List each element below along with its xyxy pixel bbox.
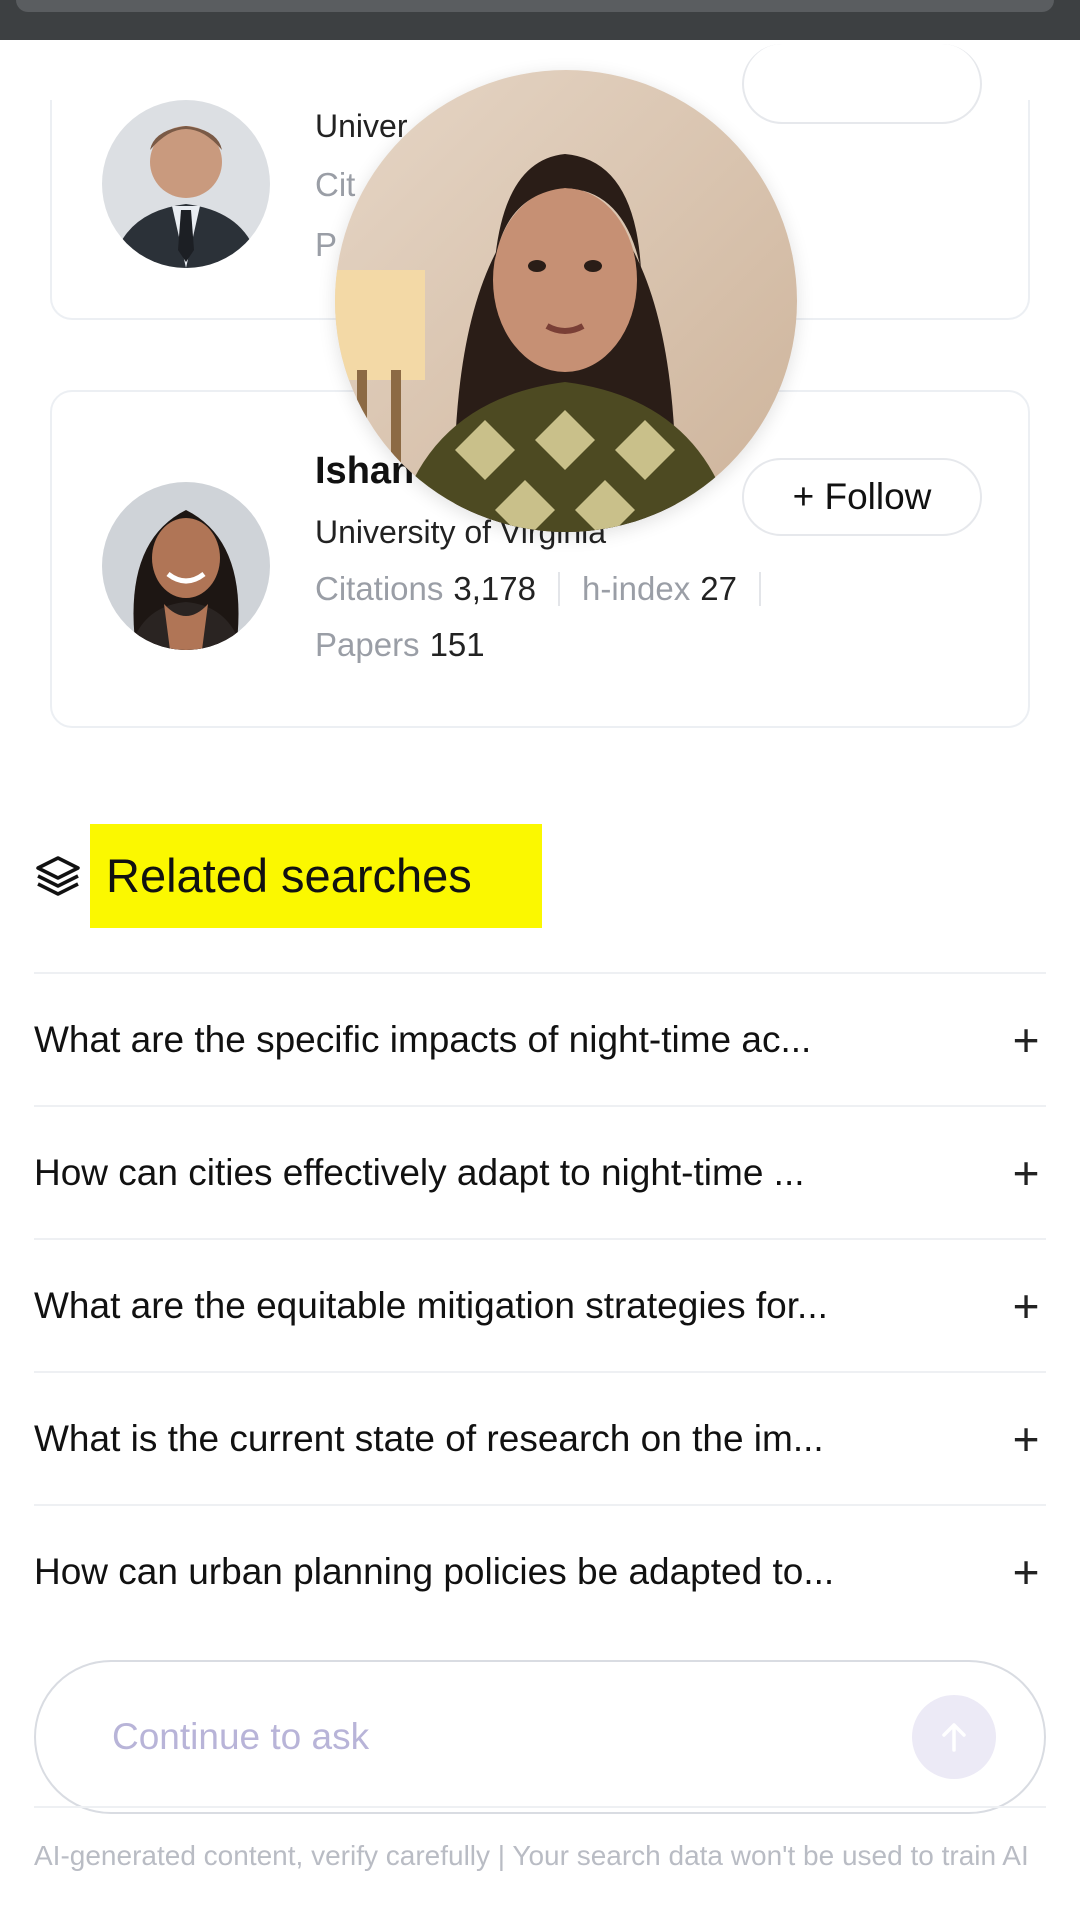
woman-portrait-icon (102, 482, 270, 650)
related-search-item[interactable]: What are the specific impacts of night-t… (34, 974, 1046, 1106)
citations-value: 3,178 (453, 570, 536, 607)
h-index-value: 27 (700, 570, 737, 607)
papers-label: Papers (315, 626, 420, 663)
divider (34, 1806, 1046, 1808)
related-search-text[interactable]: What are the equitable mitigation strate… (34, 1285, 828, 1327)
top-bar (0, 0, 1080, 40)
plus-icon[interactable]: + (1006, 1283, 1046, 1329)
related-searches-title: Related searches (90, 824, 542, 928)
stat-divider (758, 572, 761, 606)
citations-label: Citations (315, 570, 444, 607)
continue-ask-input[interactable] (112, 1716, 812, 1758)
related-search-text[interactable]: What are the specific impacts of night-t… (34, 1019, 811, 1061)
layers-icon (36, 856, 80, 896)
scholar-stats-row: Citations 3,178 h-index 27 (315, 570, 783, 608)
top-search-pill[interactable] (16, 0, 1054, 12)
scholar-citations: Cit (315, 166, 355, 204)
h-index-label: h-index (581, 570, 691, 607)
presenter-video-bubble[interactable] (335, 70, 797, 532)
presenter-video-icon (335, 70, 797, 532)
app-screen: Univer Cit P Ishan University of Virgini… (0, 0, 1080, 1920)
papers-value: 151 (429, 626, 485, 663)
plus-icon[interactable]: + (1006, 1017, 1046, 1063)
scholar-papers: P (315, 226, 337, 264)
citations-label: Cit (315, 166, 356, 203)
plus-icon[interactable]: + (1006, 1416, 1046, 1462)
related-search-text[interactable]: How can urban planning policies be adapt… (34, 1551, 834, 1593)
related-search-item[interactable]: How can cities effectively adapt to nigh… (34, 1107, 1046, 1239)
continue-ask-box[interactable] (34, 1660, 1046, 1814)
scholar-papers-row: Papers 151 (315, 626, 485, 664)
follow-button[interactable]: + Follow (742, 458, 982, 536)
plus-icon[interactable]: + (1006, 1150, 1046, 1196)
follow-button[interactable] (742, 44, 982, 124)
scholar-affiliation: Univer (315, 108, 408, 144)
arrow-up-icon (942, 1723, 966, 1752)
papers-label: P (315, 226, 338, 263)
scholar-avatar[interactable] (102, 100, 270, 268)
related-searches-header: Related searches (34, 824, 542, 928)
stat-divider (557, 572, 560, 606)
related-search-text[interactable]: How can cities effectively adapt to nigh… (34, 1152, 805, 1194)
scholar-avatar[interactable] (102, 482, 270, 650)
related-search-item[interactable]: How can urban planning policies be adapt… (34, 1506, 1046, 1638)
send-button[interactable] (912, 1695, 996, 1779)
ai-disclaimer: AI-generated content, verify carefully |… (34, 1840, 1029, 1871)
related-search-item[interactable]: What are the equitable mitigation strate… (34, 1240, 1046, 1372)
man-portrait-icon (102, 100, 270, 268)
related-search-item[interactable]: What is the current state of research on… (34, 1373, 1046, 1505)
plus-icon[interactable]: + (1006, 1549, 1046, 1595)
related-search-text[interactable]: What is the current state of research on… (34, 1418, 824, 1460)
